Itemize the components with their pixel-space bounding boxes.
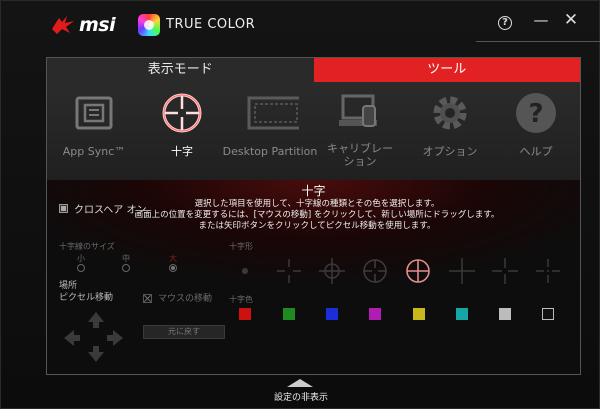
app-window: msi TRUE COLOR ? — ✕ 表示モード ツール App Sync™… (0, 0, 600, 409)
main-panel: 表示モード ツール App Sync™ 十字 Desktop Partition… (46, 57, 581, 375)
tool-help[interactable]: ? ヘルプ (493, 82, 579, 180)
hide-settings-arrow-icon[interactable] (287, 379, 313, 387)
crosshair-on-label: クロスヘア オン (74, 205, 147, 216)
description-line-2: 画面上の位置を変更するには、[マウスの移動] をクリックして、新しい場所にドラッ… (134, 210, 500, 220)
true-color-icon (138, 14, 160, 36)
minimize-button[interactable]: — (529, 9, 553, 31)
color-label: 十字色 (229, 295, 253, 304)
tool-icon-row: App Sync™ 十字 Desktop Partition キャリブレー ショ… (47, 82, 580, 180)
msi-logo: msi (51, 14, 116, 36)
color-swatch-green[interactable] (283, 308, 295, 320)
hide-settings-button[interactable]: 設定の非表示 (1, 390, 600, 403)
section-description: 選択した項目を使用して、十字線の種類とその色を選択します。 画面上の位置を変更す… (107, 199, 527, 232)
move-right-stem (107, 335, 113, 341)
size-large-radio[interactable] (169, 264, 177, 272)
tool-label-options: オプション (422, 145, 478, 158)
color-swatch-cyan[interactable] (456, 308, 468, 320)
gear-icon (433, 96, 467, 130)
title-bar: msi TRUE COLOR ? — ✕ (1, 1, 600, 49)
move-up-stem (93, 322, 99, 328)
tab-bar: 表示モード ツール (47, 58, 580, 82)
tool-label-crosshair: 十字 (171, 145, 193, 158)
brand-name: msi (79, 14, 116, 36)
tool-crosshair[interactable]: 十字 (139, 82, 225, 180)
size-medium-radio[interactable] (122, 264, 130, 272)
move-left-stem (74, 335, 80, 341)
shape-small-ring-cross-icon[interactable] (317, 256, 347, 286)
reset-button[interactable]: 元に戻す (143, 325, 225, 339)
shape-dot-icon[interactable] (230, 256, 260, 286)
crosshair-icon (162, 93, 202, 133)
crosshair-settings: 十字 選択した項目を使用して、十字線の種類とその色を選択します。 画面上の位置を… (47, 180, 580, 374)
color-swatch-blue[interactable] (326, 308, 338, 320)
app-sync-icon (75, 96, 113, 130)
shape-open-cross-icon[interactable] (274, 256, 304, 286)
mouse-move-label: マウスの移動 (158, 294, 213, 304)
tool-label-desktop-partition: Desktop Partition (222, 145, 318, 158)
crosshair-on-checkbox[interactable] (59, 204, 68, 213)
shape-plain-cross-icon[interactable] (447, 256, 477, 286)
product-name: TRUE COLOR (166, 17, 256, 32)
tab-tools[interactable]: ツール (313, 58, 580, 82)
tool-calibration[interactable]: キャリブレー ション (317, 82, 403, 180)
shape-ring-cross-icon[interactable] (360, 256, 390, 286)
size-label: 十字線のサイズ (59, 242, 115, 251)
tool-label-help: ヘルプ (519, 145, 553, 158)
desktop-partition-icon (247, 96, 299, 130)
shape-gap-cross-icon[interactable] (490, 256, 520, 286)
tool-label-app-sync: App Sync™ (62, 145, 126, 158)
color-swatch-black[interactable] (542, 308, 554, 320)
shape-ring-full-cross-icon-selected[interactable] (403, 256, 433, 286)
tool-label-calibration: キャリブレー ション (327, 142, 393, 168)
section-title: 十字 (301, 184, 326, 198)
calibration-icon (339, 94, 377, 127)
header-divider (476, 41, 600, 42)
mouse-move-checkbox[interactable] (143, 294, 152, 303)
description-line-1: 選択した項目を使用して、十字線の種類とその色を選択します。 (194, 199, 440, 209)
move-down-button[interactable] (88, 352, 104, 362)
size-small-label: 小 (77, 254, 85, 263)
svg-text:?: ? (528, 99, 543, 129)
close-button[interactable]: ✕ (559, 9, 583, 31)
color-swatch-magenta[interactable] (369, 308, 381, 320)
shape-dotted-cross-icon[interactable] (533, 256, 563, 286)
pixel-move-label: ピクセル移動 (59, 293, 114, 303)
color-swatch-yellow[interactable] (413, 308, 425, 320)
color-swatch-white[interactable] (499, 308, 511, 320)
tool-desktop-partition[interactable]: Desktop Partition (223, 82, 317, 180)
move-up-button[interactable] (88, 312, 104, 322)
tool-options[interactable]: オプション (407, 82, 493, 180)
help-icon: ? (516, 93, 556, 133)
help-button[interactable]: ? (493, 9, 517, 31)
move-left-button[interactable] (64, 330, 74, 346)
move-right-button[interactable] (113, 330, 123, 346)
help-circle-icon: ? (498, 16, 512, 30)
size-medium-label: 中 (122, 254, 130, 263)
move-down-stem (93, 346, 99, 352)
shape-label: 十字形 (229, 242, 253, 251)
size-large-label: 大 (169, 254, 177, 263)
color-swatch-red[interactable] (239, 308, 251, 320)
size-small-radio[interactable] (77, 264, 85, 272)
tool-app-sync[interactable]: App Sync™ (51, 82, 137, 180)
description-line-3: または矢印ボタンをクリックしてピクセル移動を使用します。 (198, 221, 436, 231)
tab-display-mode[interactable]: 表示モード (47, 58, 314, 82)
dragon-icon (52, 16, 74, 34)
